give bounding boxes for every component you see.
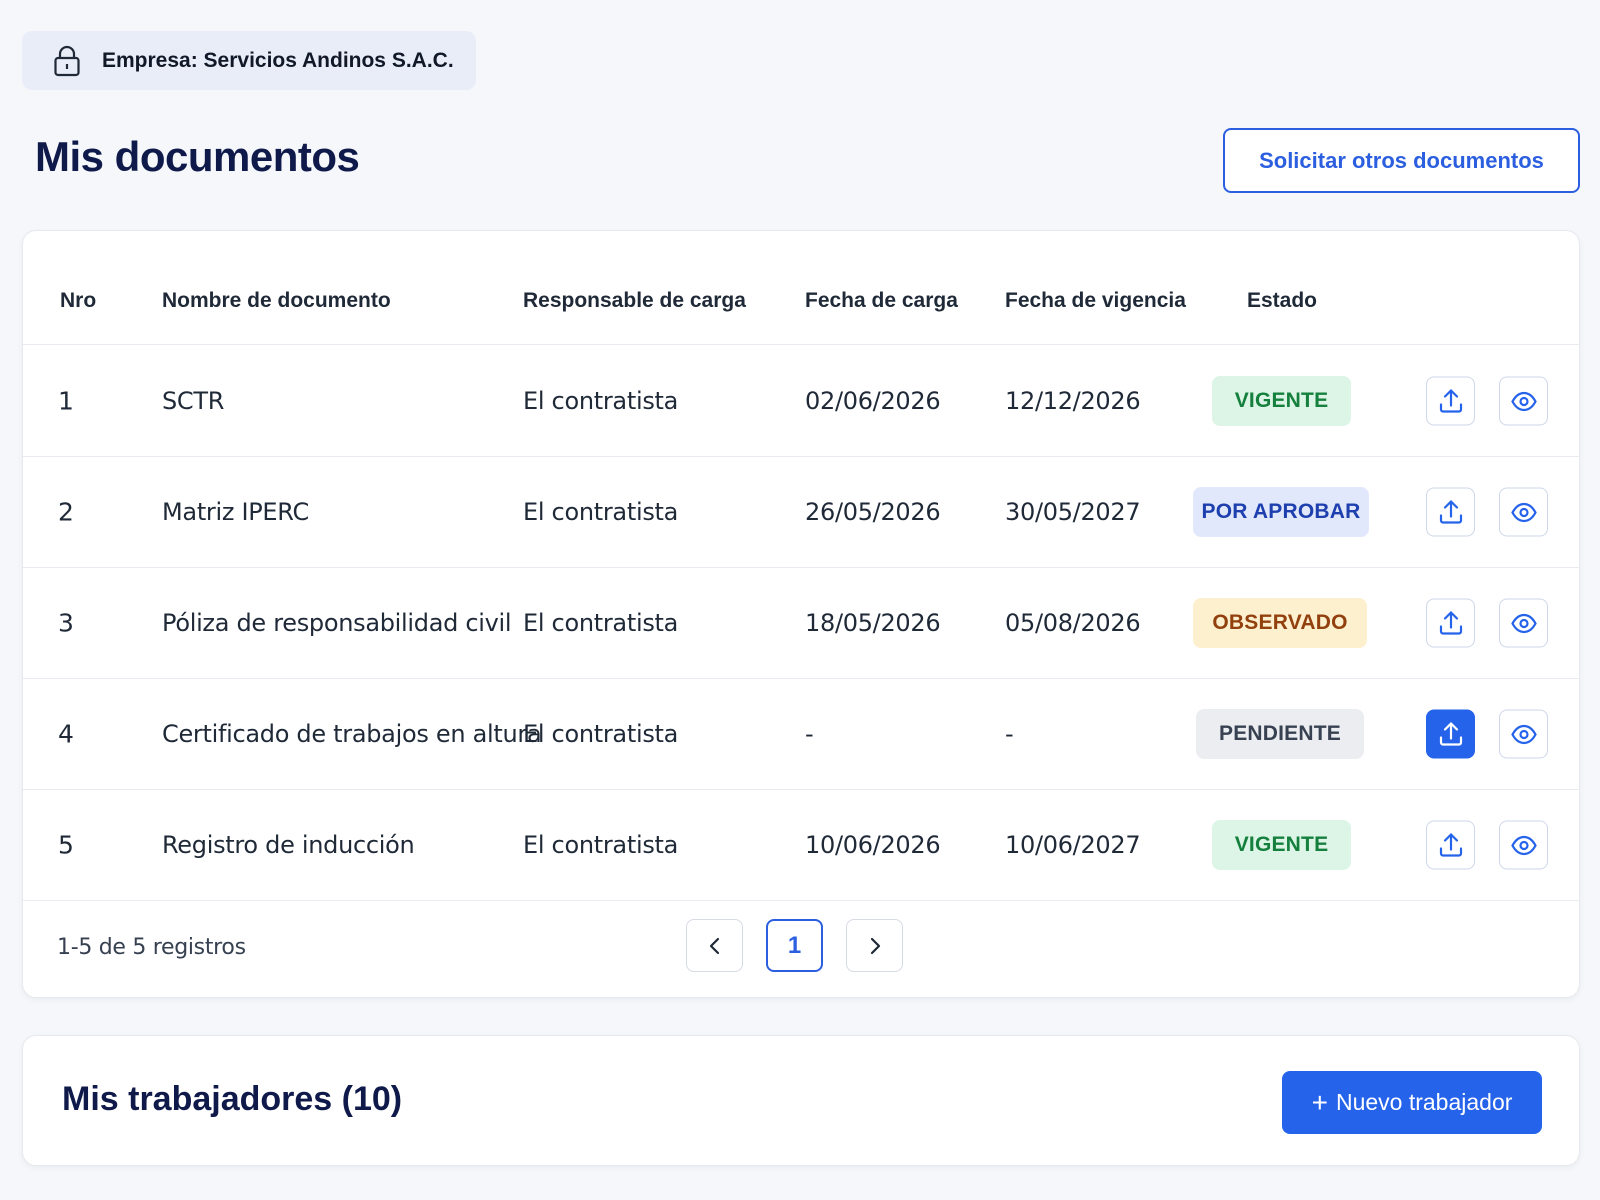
workers-section: Mis trabajadores (10) + Nuevo trabajador <box>22 1035 1580 1166</box>
view-button[interactable] <box>1499 487 1548 537</box>
status-badge: OBSERVADO <box>1193 598 1367 648</box>
cell-responsable: El contratista <box>523 720 679 748</box>
cell-fecha-carga: 02/06/2026 <box>805 387 941 415</box>
cell-nro: 1 <box>58 386 74 416</box>
table-row: 2 Matriz IPERC El contratista 26/05/2026 30/… <box>23 457 1579 568</box>
view-button[interactable] <box>1499 376 1548 426</box>
cell-nombre: Matriz IPERC <box>162 498 309 526</box>
cell-fecha-vigencia: 12/12/2026 <box>1005 387 1141 415</box>
cell-responsable: El contratista <box>523 387 679 415</box>
prev-page-button[interactable] <box>686 919 743 972</box>
upload-icon <box>1438 721 1464 747</box>
cell-fecha-carga: 10/06/2026 <box>805 831 941 859</box>
eye-icon <box>1510 724 1537 744</box>
column-header-nro: Nro <box>60 289 97 312</box>
status-badge: VIGENTE <box>1212 820 1351 870</box>
eye-icon <box>1510 502 1537 522</box>
status-badge: POR APROBAR <box>1193 487 1369 537</box>
view-button[interactable] <box>1499 598 1548 648</box>
column-header-estado: Estado <box>1247 289 1318 312</box>
eye-icon <box>1510 613 1537 633</box>
upload-icon <box>1438 610 1464 636</box>
upload-button[interactable] <box>1426 820 1475 870</box>
lock-icon <box>52 44 82 78</box>
table-row: 3 Póliza de responsabilidad civil El contr… <box>23 568 1579 679</box>
cell-responsable: El contratista <box>523 609 679 637</box>
cell-nombre: Registro de inducción <box>162 831 415 859</box>
column-header-nombre: Nombre de documento <box>162 289 391 312</box>
cell-nombre: SCTR <box>162 387 225 415</box>
new-worker-button[interactable]: + Nuevo trabajador <box>1282 1071 1542 1134</box>
company-label: Empresa: Servicios Andinos S.A.C. <box>102 48 454 72</box>
cell-responsable: El contratista <box>523 831 679 859</box>
documents-table: Nro Nombre de documento Responsable de c… <box>22 230 1580 998</box>
upload-icon <box>1438 388 1464 414</box>
cell-nro: 3 <box>58 608 74 638</box>
cell-fecha-vigencia: 05/08/2026 <box>1005 609 1141 637</box>
cell-nro: 4 <box>58 719 74 749</box>
page-title: Mis documentos <box>35 133 360 180</box>
cell-responsable: El contratista <box>523 498 679 526</box>
cell-nombre: Póliza de responsabilidad civil <box>162 609 512 637</box>
upload-button[interactable] <box>1426 709 1475 759</box>
upload-button[interactable] <box>1426 598 1475 648</box>
request-documents-button[interactable]: Solicitar otros documentos <box>1223 128 1580 193</box>
next-page-button[interactable] <box>846 919 903 972</box>
view-button[interactable] <box>1499 709 1548 759</box>
records-summary: 1-5 de 5 registros <box>57 935 246 960</box>
cell-nro: 2 <box>58 497 74 527</box>
upload-icon <box>1438 499 1464 525</box>
page-button-current[interactable]: 1 <box>766 919 823 972</box>
cell-nro: 5 <box>58 830 74 860</box>
table-row: 4 Certificado de trabajos en altura El con… <box>23 679 1579 790</box>
cell-fecha-carga: 26/05/2026 <box>805 498 941 526</box>
upload-button[interactable] <box>1426 487 1475 537</box>
column-header-responsable: Responsable de carga <box>523 289 746 312</box>
cell-nombre: Certificado de trabajos en altura <box>162 720 542 748</box>
column-header-fecha-vigencia: Fecha de vigencia <box>1005 289 1186 312</box>
workers-title: Mis trabajadores (10) <box>62 1080 403 1118</box>
cell-fecha-vigencia: - <box>1005 720 1014 748</box>
table-header: Nro Nombre de documento Responsable de c… <box>23 231 1579 345</box>
status-badge: VIGENTE <box>1212 376 1351 426</box>
column-header-fecha-carga: Fecha de carga <box>805 289 958 312</box>
table-row: 5 Registro de inducción El contratista 10/0… <box>23 790 1579 901</box>
new-worker-label: Nuevo trabajador <box>1335 1089 1513 1115</box>
chevron-left-icon <box>709 937 719 954</box>
cell-fecha-vigencia: 30/05/2027 <box>1005 498 1141 526</box>
eye-icon <box>1510 391 1537 411</box>
cell-fecha-vigencia: 10/06/2027 <box>1005 831 1141 859</box>
pagination-bar: 1-5 de 5 registros 1 <box>23 891 1579 999</box>
status-badge: PENDIENTE <box>1196 709 1364 759</box>
plus-icon: + <box>1311 1086 1328 1118</box>
view-button[interactable] <box>1499 820 1548 870</box>
upload-button[interactable] <box>1426 376 1475 426</box>
cell-fecha-carga: - <box>805 720 814 748</box>
chevron-right-icon <box>870 937 880 954</box>
eye-icon <box>1510 835 1537 855</box>
company-indicator: Empresa: Servicios Andinos S.A.C. <box>22 31 476 90</box>
table-row: 1 SCTR El contratista 02/06/2026 12/12/2026 V… <box>23 346 1579 457</box>
cell-fecha-carga: 18/05/2026 <box>805 609 941 637</box>
upload-icon <box>1438 832 1464 858</box>
